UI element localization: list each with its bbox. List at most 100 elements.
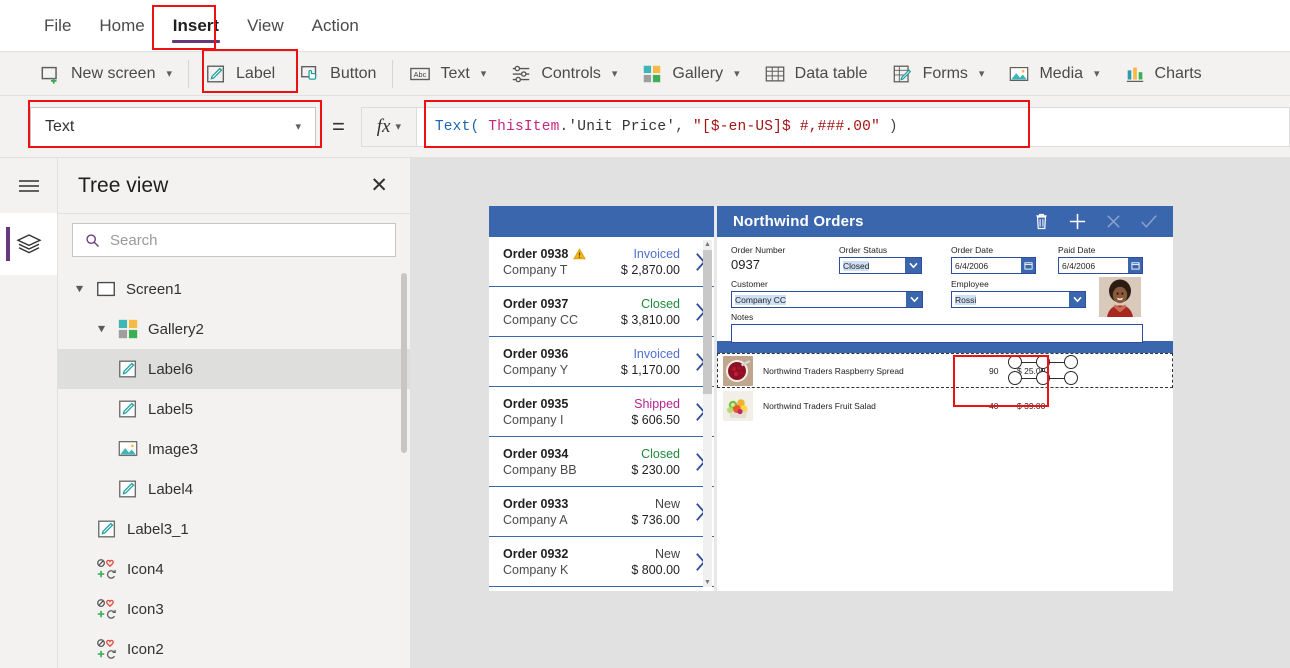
scroll-down-arrow-icon[interactable]: ▼ xyxy=(703,579,712,586)
cancel-icon[interactable] xyxy=(1097,209,1129,235)
hamburger-menu-button[interactable] xyxy=(0,158,57,213)
order-list-item[interactable]: Order 0934 Company BB Closed $ 230.00 xyxy=(489,437,714,487)
add-icon[interactable] xyxy=(1061,209,1093,235)
employee-dropdown[interactable]: Rossi xyxy=(951,291,1086,308)
resize-handle-se[interactable] xyxy=(1064,371,1078,385)
property-select[interactable]: Text ▾ xyxy=(30,106,316,147)
order-detail-row[interactable]: Northwind Traders Raspberry Spread 90 $ … xyxy=(717,353,1173,388)
ribbon-divider xyxy=(188,59,190,88)
menu-tab-action[interactable]: Action xyxy=(298,8,373,44)
order-status-dropdown[interactable]: Closed xyxy=(839,257,922,274)
calendar-icon[interactable] xyxy=(1021,258,1035,273)
field-label: Customer xyxy=(731,279,768,289)
resize-handle-sw[interactable] xyxy=(1008,371,1022,385)
order-list-item[interactable]: Order 0935 Company I Shipped $ 606.50 xyxy=(489,387,714,437)
formula-input[interactable]: Text( ThisItem. 'Unit Price', "[$-en-US]$… xyxy=(416,106,1290,147)
order-list-item[interactable]: Order 0933 Company A New $ 736.00 xyxy=(489,487,714,537)
tree-node-image3[interactable]: Image3 xyxy=(58,429,410,469)
ribbon-media-menu[interactable]: Media ▾ xyxy=(996,57,1111,91)
order-company: Company K xyxy=(503,562,569,577)
save-check-icon[interactable] xyxy=(1133,209,1165,235)
order-status: Invoiced xyxy=(633,246,680,261)
tree-scrollbar[interactable] xyxy=(401,273,407,453)
hamburger-menu-icon xyxy=(18,179,39,192)
resize-handle-s[interactable] xyxy=(1036,371,1050,385)
resize-handle-ne[interactable] xyxy=(1064,355,1078,369)
scroll-up-arrow-icon[interactable]: ▲ xyxy=(703,241,712,248)
tree-view-rail-button[interactable] xyxy=(0,213,57,275)
chevron-down-icon[interactable]: ▾ xyxy=(481,67,487,80)
chevron-down-icon[interactable]: ▾ xyxy=(166,67,172,80)
order-title: Order 0935 xyxy=(503,397,568,411)
order-list-item[interactable]: Order 0932 Company K New $ 800.00 xyxy=(489,537,714,587)
twisty-expanded-icon[interactable] xyxy=(94,325,108,334)
ribbon-text-menu[interactable]: Abc Text ▾ xyxy=(397,57,498,91)
resize-handle-nw[interactable] xyxy=(1008,355,1022,369)
calendar-icon[interactable] xyxy=(1128,258,1142,273)
app-header: Northwind Orders xyxy=(717,206,1173,237)
product-quantity: 90 xyxy=(989,365,999,376)
ribbon-button-button[interactable]: Button xyxy=(287,57,388,91)
ribbon-controls-menu[interactable]: Controls ▾ xyxy=(498,57,629,91)
chevron-down-icon[interactable] xyxy=(1069,292,1085,307)
menu-tab-home[interactable]: Home xyxy=(85,8,158,44)
tree-node-label: Label6 xyxy=(148,360,194,378)
gallery-scrollbar[interactable]: ▲ ▼ xyxy=(703,240,712,587)
chevron-down-icon[interactable]: ▾ xyxy=(979,67,985,80)
order-list-item[interactable]: Order 0936 Company Y Invoiced $ 1,170.00 xyxy=(489,337,714,387)
active-indicator xyxy=(6,227,10,261)
order-list-item[interactable]: Order 0938 Company T Invoiced $ 2,870.00 xyxy=(489,237,714,287)
tree-view-title: Tree view xyxy=(78,173,169,197)
chevron-down-icon[interactable]: ▾ xyxy=(1094,67,1100,80)
employee-value: Rossi xyxy=(955,294,977,305)
ribbon-gallery-menu[interactable]: Gallery ▾ xyxy=(629,57,751,91)
chevron-down-icon[interactable] xyxy=(906,292,922,307)
chevron-down-icon[interactable]: ▾ xyxy=(395,120,401,133)
paid-date-input[interactable]: 6/4/2006 xyxy=(1058,257,1143,274)
tree-node-label: Image3 xyxy=(148,440,199,458)
chevron-down-icon[interactable]: ▾ xyxy=(612,67,618,80)
tree-node-icon4[interactable]: Icon4 xyxy=(58,549,410,589)
resize-handle-n[interactable] xyxy=(1036,355,1050,369)
menu-tab-view[interactable]: View xyxy=(233,8,298,44)
order-list-item[interactable]: Order 0937 Company CC Closed $ 3,810.00 xyxy=(489,287,714,337)
tree-node-label: Label5 xyxy=(148,400,194,418)
ribbon-forms-menu[interactable]: Forms ▾ xyxy=(880,57,997,91)
selection-handles[interactable] xyxy=(1008,355,1078,386)
chevron-down-icon[interactable]: ▾ xyxy=(295,120,301,133)
field-label: Employee xyxy=(951,279,989,289)
tree-node-icon3[interactable]: Icon3 xyxy=(58,589,410,629)
menu-tab-file[interactable]: File xyxy=(30,8,85,44)
notes-input[interactable] xyxy=(731,324,1143,343)
ribbon-label-button[interactable]: Label xyxy=(193,57,287,91)
menu-tab-insert[interactable]: Insert xyxy=(159,8,233,44)
chevron-down-icon[interactable] xyxy=(905,258,921,273)
tree-node-label5[interactable]: Label5 xyxy=(58,389,410,429)
tree-node-label4[interactable]: Label4 xyxy=(58,469,410,509)
order-company: Company I xyxy=(503,412,564,427)
close-icon[interactable]: ✕ xyxy=(370,175,388,196)
media-image-icon xyxy=(1010,66,1029,81)
chevron-down-icon[interactable]: ▾ xyxy=(734,67,740,80)
order-amount: $ 2,870.00 xyxy=(620,262,680,277)
order-detail-row[interactable]: Northwind Traders Fruit Salad 40 $ 39.00 xyxy=(717,388,1173,423)
search-input[interactable]: Search xyxy=(72,223,396,257)
tree-node-label6[interactable]: Label6 xyxy=(58,349,410,389)
ribbon-new-screen-button[interactable]: New screen ▾ xyxy=(28,57,184,91)
delete-icon[interactable] xyxy=(1025,209,1057,235)
menu-tab-label: Home xyxy=(99,15,145,35)
tree-node-gallery2[interactable]: Gallery2 xyxy=(58,309,410,349)
order-date-input[interactable]: 6/4/2006 xyxy=(951,257,1036,274)
order-company: Company A xyxy=(503,512,568,527)
ribbon-charts-menu[interactable]: Charts xyxy=(1112,57,1214,91)
tree-node-icon2[interactable]: Icon2 xyxy=(58,629,410,668)
order-details-gallery: Northwind Traders Raspberry Spread 90 $ … xyxy=(717,353,1173,591)
fx-toggle-button[interactable]: fx ▾ xyxy=(360,106,417,147)
tree-node-screen1[interactable]: Screen1 xyxy=(58,269,410,309)
scrollbar-thumb[interactable] xyxy=(703,250,712,394)
ribbon-data-table-button[interactable]: Data table xyxy=(752,57,880,91)
customer-dropdown[interactable]: Company CC xyxy=(731,291,923,308)
twisty-expanded-icon[interactable] xyxy=(72,285,86,294)
tree-node-label3-1[interactable]: Label3_1 xyxy=(58,509,410,549)
formula-token: Text( xyxy=(434,118,480,135)
